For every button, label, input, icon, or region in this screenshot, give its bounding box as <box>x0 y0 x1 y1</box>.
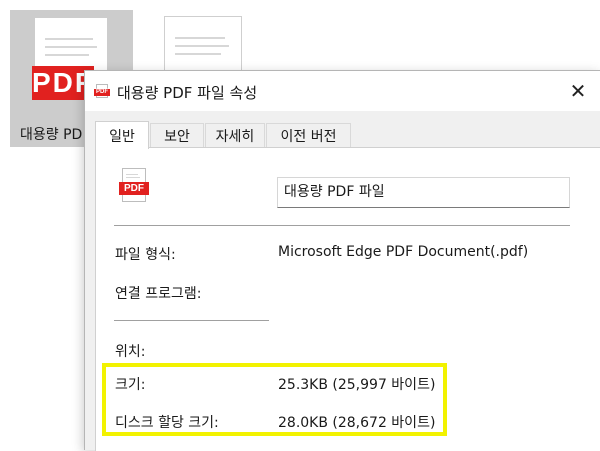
tab-previous-versions[interactable]: 이전 버전 <box>266 123 351 148</box>
desktop-icon-label: 대용량 PD <box>20 127 83 143</box>
location-label: 위치: <box>115 344 146 360</box>
tab-general[interactable]: 일반 <box>95 121 149 149</box>
dialog-title: 대용량 PDF 파일 속성 <box>117 84 258 102</box>
file-name-input[interactable]: 대용량 PDF 파일 <box>277 177 570 208</box>
close-icon: ✕ <box>569 79 587 103</box>
file-type-value: Microsoft Edge PDF Document(.pdf) <box>278 244 529 260</box>
open-with-label: 연결 프로그램: <box>115 286 202 302</box>
file-type-label: 파일 형식: <box>115 247 176 263</box>
highlight-box <box>102 363 447 436</box>
tab-security[interactable]: 보안 <box>150 123 204 148</box>
divider <box>114 225 570 226</box>
divider <box>114 320 269 321</box>
pdf-file-icon: PDF <box>94 84 110 98</box>
tab-details[interactable]: 자세히 <box>205 123 265 148</box>
title-bar[interactable]: PDF 대용량 PDF 파일 속성 ✕ <box>85 71 600 111</box>
close-button[interactable]: ✕ <box>555 71 600 111</box>
pdf-file-icon: PDF <box>119 168 149 204</box>
open-with-area <box>269 270 587 364</box>
